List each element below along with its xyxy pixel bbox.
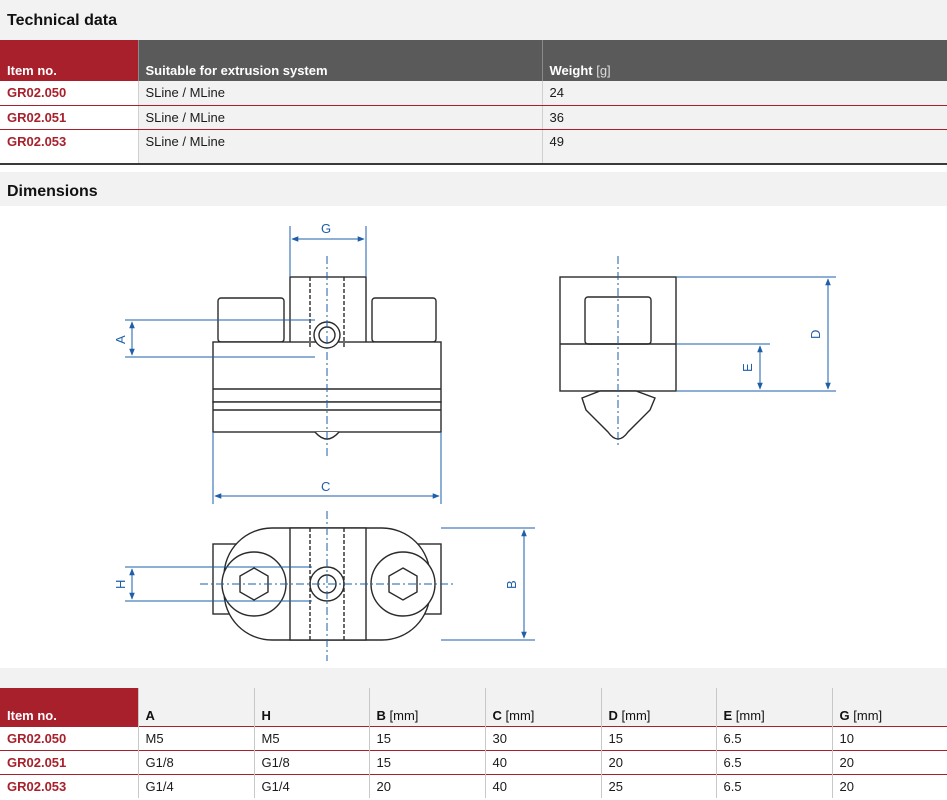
label-a: A [113,335,128,344]
a-cell: G1/4 [137,773,254,798]
table-row: GR02.053 G1/4 G1/4 20 40 25 6.5 20 [0,773,947,798]
a-cell: M5 [137,725,254,750]
header-weight-unit: [g] [596,63,611,78]
header-g: G [mm] [831,688,947,726]
header-item-no: Item no. [0,40,138,81]
header-a: A [137,688,254,726]
header-suitable: Suitable for extrusion system [137,40,542,81]
technical-data-table: Item no. Suitable for extrusion system W… [0,40,947,165]
technical-drawing: G A C D E B H [0,206,947,668]
d-cell: 20 [600,749,716,774]
system-cell: SLine / MLine [137,129,542,153]
b-cell: 15 [368,749,485,774]
label-c: C [321,479,330,494]
item-no-cell: GR02.050 [0,725,138,750]
b-cell: 20 [368,773,485,798]
drawing-svg: G A C D E B H [113,221,836,661]
item-no-cell: GR02.051 [0,105,138,130]
item-no-cell: GR02.053 [0,129,138,153]
header-weight-label: Weight [549,63,593,78]
dimensions-header: Dimensions [0,172,947,206]
h-cell: G1/8 [253,749,369,774]
technical-data-header: Technical data [0,0,947,40]
unit-label: [mm] [389,707,419,723]
label-b: B [504,580,519,589]
e-cell: 6.5 [715,725,832,750]
unit-label: [mm] [621,707,651,723]
e-cell: 6.5 [715,773,832,798]
weight-cell: 24 [541,81,947,106]
unit-label: [mm] [853,707,883,723]
header-e-label: E [723,707,733,723]
g-cell: 20 [831,773,947,798]
dimensions-table-band [0,668,947,688]
label-d: D [808,330,823,339]
header-d-label: D [608,707,618,723]
c-cell: 40 [484,749,601,774]
header-e: E [mm] [715,688,832,726]
header-d: D [mm] [600,688,716,726]
label-h: H [113,580,128,589]
h-cell: G1/4 [253,773,369,798]
item-no-cell: GR02.051 [0,749,138,774]
item-no-cell: GR02.053 [0,773,138,798]
item-no-cell: GR02.050 [0,81,138,106]
c-cell: 40 [484,773,601,798]
d-cell: 15 [600,725,716,750]
table-row: GR02.051 G1/8 G1/8 15 40 20 6.5 20 [0,749,947,774]
b-cell: 15 [368,725,485,750]
a-cell: G1/8 [137,749,254,774]
header-b-label: B [376,707,386,723]
table-tail [0,153,947,165]
header-h: H [253,688,369,726]
table-row: GR02.050 M5 M5 15 30 15 6.5 10 [0,725,947,750]
g-cell: 10 [831,725,947,750]
label-e: E [740,363,755,372]
weight-cell: 49 [541,129,947,153]
label-g: G [321,221,331,236]
weight-cell: 36 [541,105,947,130]
g-cell: 20 [831,749,947,774]
dimensions-title: Dimensions [7,183,98,200]
header-b: B [mm] [368,688,485,726]
table-header-row: Item no. Suitable for extrusion system W… [0,40,947,81]
h-cell: M5 [253,725,369,750]
system-cell: SLine / MLine [137,105,542,130]
table-row: GR02.050 SLine / MLine 24 [0,81,947,106]
header-item-no: Item no. [0,688,138,726]
table-row: GR02.051 SLine / MLine 36 [0,105,947,130]
system-cell: SLine / MLine [137,81,542,106]
unit-label: [mm] [505,707,535,723]
technical-data-title: Technical data [7,12,117,29]
header-c: C [mm] [484,688,601,726]
table-header-row: Item no. A H B [mm] C [mm] D [mm] E [mm]… [0,688,947,726]
dimensions-table: Item no. A H B [mm] C [mm] D [mm] E [mm]… [0,688,947,798]
header-weight: Weight [g] [541,40,947,81]
table-row: GR02.053 SLine / MLine 49 [0,129,947,153]
header-g-label: G [839,707,850,723]
d-cell: 25 [600,773,716,798]
e-cell: 6.5 [715,749,832,774]
header-c-label: C [492,707,502,723]
c-cell: 30 [484,725,601,750]
unit-label: [mm] [735,707,765,723]
